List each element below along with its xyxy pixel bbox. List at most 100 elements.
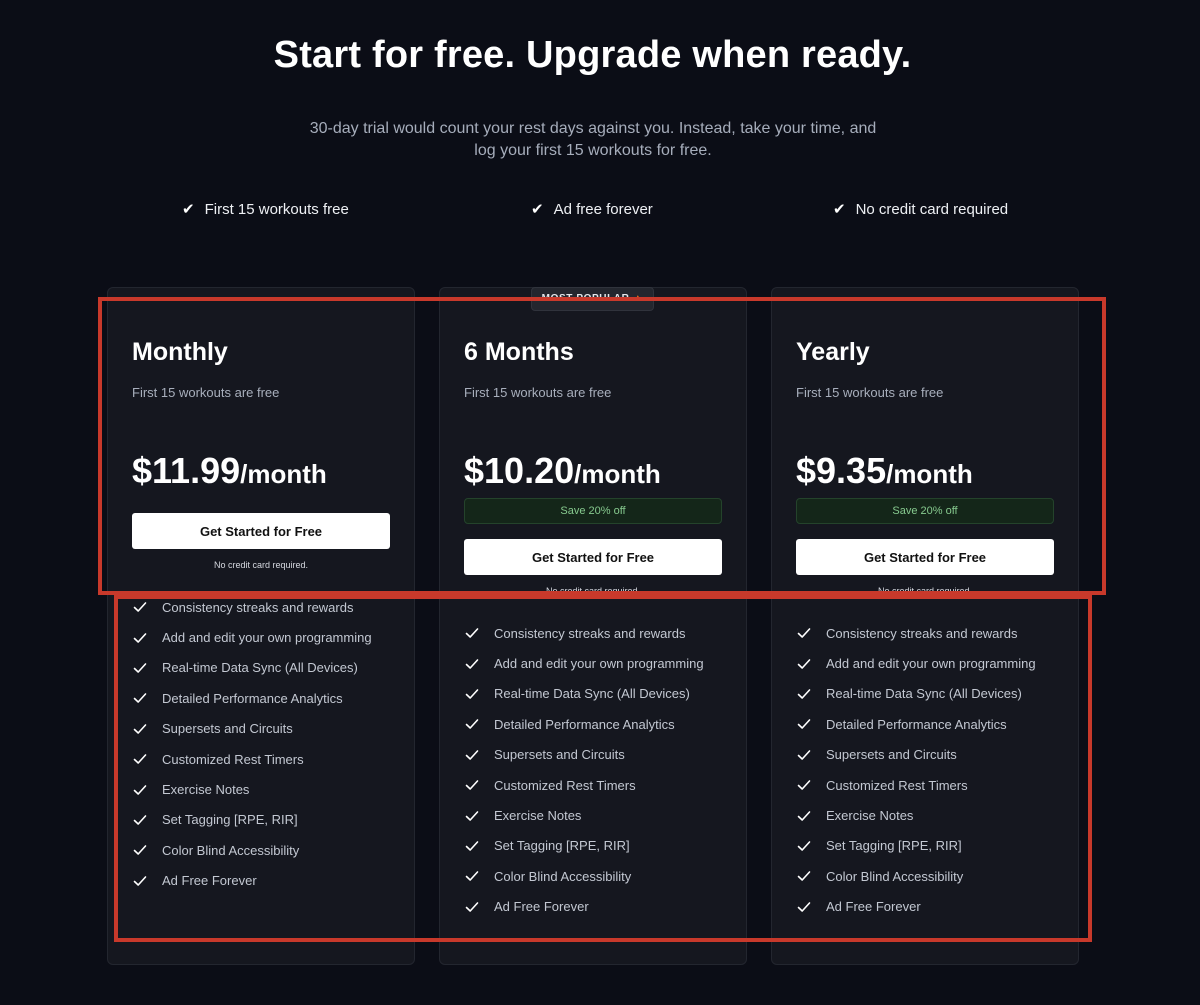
feature-label: Set Tagging [RPE, RIR]	[162, 812, 298, 828]
feature-item: Consistency streaks and rewards	[464, 618, 704, 648]
check-icon	[796, 808, 812, 824]
feature-label: Add and edit your own programming	[826, 656, 1036, 672]
feature-label: Ad Free Forever	[494, 899, 589, 915]
feature-item: Set Tagging [RPE, RIR]	[464, 831, 704, 861]
get-started-button[interactable]: Get Started for Free	[464, 539, 722, 575]
feature-item: Consistency streaks and rewards	[132, 592, 372, 622]
feature-label: Consistency streaks and rewards	[162, 599, 354, 615]
check-icon	[796, 868, 812, 884]
plan-card-yearly: Yearly First 15 workouts are free $9.35/…	[771, 287, 1079, 965]
check-icon	[464, 868, 480, 884]
feature-item: Exercise Notes	[464, 800, 704, 830]
feature-item: Consistency streaks and rewards	[796, 618, 1036, 648]
feature-item: Ad Free Forever	[132, 866, 372, 896]
feature-label: Supersets and Circuits	[162, 721, 293, 737]
get-started-button[interactable]: Get Started for Free	[796, 539, 1054, 575]
perk-label: First 15 workouts free	[204, 200, 349, 218]
feature-item: Color Blind Accessibility	[464, 861, 704, 891]
feature-item: Detailed Performance Analytics	[796, 709, 1036, 739]
feature-label: Exercise Notes	[494, 808, 582, 824]
feature-item: Customized Rest Timers	[464, 770, 704, 800]
check-icon: ✔	[833, 201, 846, 218]
check-icon	[132, 660, 148, 676]
feature-item: Set Tagging [RPE, RIR]	[132, 805, 372, 835]
perk-label: Ad free forever	[553, 200, 653, 218]
feature-item: Exercise Notes	[796, 800, 1036, 830]
check-icon	[464, 686, 480, 702]
feature-item: Exercise Notes	[132, 774, 372, 804]
check-icon	[796, 777, 812, 793]
feature-label: Ad Free Forever	[826, 899, 921, 915]
feature-label: Consistency streaks and rewards	[826, 625, 1018, 641]
feature-label: Customized Rest Timers	[826, 777, 968, 793]
check-icon	[132, 599, 148, 615]
check-icon	[464, 625, 480, 641]
feature-list: Consistency streaks and rewards Add and e…	[796, 618, 1036, 922]
feature-label: Set Tagging [RPE, RIR]	[494, 838, 630, 854]
check-icon	[796, 747, 812, 763]
most-popular-badge: MOST POPULAR ▲	[531, 287, 654, 311]
feature-label: Add and edit your own programming	[494, 656, 704, 672]
check-icon	[132, 782, 148, 798]
price-period: /month	[574, 459, 661, 489]
plan-card-6-months: 6 Months First 15 workouts are free $10.…	[439, 287, 747, 965]
flame-icon: ▲	[632, 293, 644, 304]
feature-item: Add and edit your own programming	[132, 622, 372, 652]
feature-label: Color Blind Accessibility	[162, 842, 300, 858]
feature-label: Supersets and Circuits	[494, 747, 625, 763]
check-icon	[796, 686, 812, 702]
feature-item: Supersets and Circuits	[132, 714, 372, 744]
feature-label: Supersets and Circuits	[826, 747, 957, 763]
plan-card-monthly: Monthly First 15 workouts are free $11.9…	[107, 287, 415, 965]
perk-label: No credit card required	[855, 200, 1009, 218]
plan-note: First 15 workouts are free	[132, 385, 280, 400]
feature-label: Color Blind Accessibility	[494, 868, 632, 884]
check-icon	[464, 838, 480, 854]
save-badge: Save 20% off	[796, 498, 1054, 524]
plan-price: $11.99/month	[132, 450, 327, 492]
check-icon	[796, 625, 812, 641]
check-icon	[132, 630, 148, 646]
feature-label: Set Tagging [RPE, RIR]	[826, 838, 962, 854]
feature-item: Supersets and Circuits	[796, 740, 1036, 770]
plan-note: First 15 workouts are free	[796, 385, 944, 400]
perk-workouts-free: ✔ First 15 workouts free	[182, 200, 349, 219]
check-icon	[132, 873, 148, 889]
perk-no-card: ✔ No credit card required	[833, 200, 1009, 219]
feature-label: Detailed Performance Analytics	[494, 716, 675, 732]
plan-note: First 15 workouts are free	[464, 385, 612, 400]
perk-ad-free: ✔ Ad free forever	[531, 200, 653, 219]
most-popular-label: MOST POPULAR	[541, 293, 630, 304]
feature-label: Customized Rest Timers	[494, 777, 636, 793]
feature-label: Customized Rest Timers	[162, 751, 304, 767]
check-icon	[132, 751, 148, 767]
check-icon	[132, 690, 148, 706]
get-started-button[interactable]: Get Started for Free	[132, 513, 390, 549]
check-icon	[464, 899, 480, 915]
feature-label: Ad Free Forever	[162, 873, 257, 889]
check-icon: ✔	[182, 201, 195, 218]
feature-item: Color Blind Accessibility	[132, 835, 372, 865]
price-amount: $11.99	[132, 450, 241, 491]
feature-label: Detailed Performance Analytics	[162, 690, 343, 706]
plan-name: Yearly	[796, 338, 870, 366]
feature-label: Exercise Notes	[162, 782, 250, 798]
page-title: Start for free. Upgrade when ready.	[273, 34, 912, 76]
feature-item: Detailed Performance Analytics	[464, 709, 704, 739]
no-card-note: No credit card required.	[877, 586, 973, 596]
feature-item: Add and edit your own programming	[796, 648, 1036, 678]
feature-item: Customized Rest Timers	[132, 744, 372, 774]
feature-label: Add and edit your own programming	[162, 630, 372, 646]
plan-price: $10.20/month	[464, 450, 661, 492]
feature-label: Real-time Data Sync (All Devices)	[162, 660, 358, 676]
subtitle-line-1: 30-day trial would count your rest days …	[309, 120, 877, 137]
check-icon	[132, 721, 148, 737]
save-badge: Save 20% off	[464, 498, 722, 524]
feature-item: Customized Rest Timers	[796, 770, 1036, 800]
check-icon	[464, 747, 480, 763]
check-icon	[464, 656, 480, 672]
feature-item: Real-time Data Sync (All Devices)	[132, 653, 372, 683]
price-period: /month	[240, 459, 327, 489]
plan-name: Monthly	[132, 338, 228, 366]
feature-label: Exercise Notes	[826, 808, 914, 824]
